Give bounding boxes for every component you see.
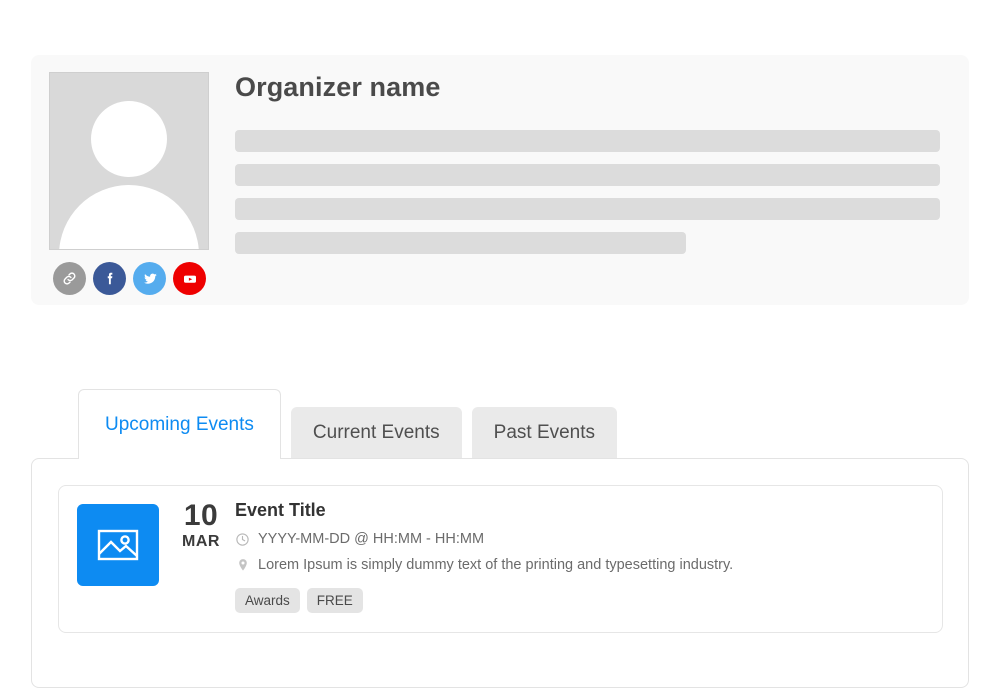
organizer-card: Organizer name	[31, 55, 969, 305]
tab-current-events[interactable]: Current Events	[290, 407, 462, 459]
avatar	[49, 72, 209, 250]
event-day: 10	[183, 499, 219, 532]
skeleton-line	[235, 164, 940, 186]
skeleton-line	[235, 198, 940, 220]
tab-label: Past Events	[493, 422, 596, 443]
tab-panel-upcoming-events: 10 MAR Event Title YYYY-MM-DD @ HH:MM - …	[31, 458, 969, 688]
facebook-icon[interactable]	[93, 262, 126, 295]
event-thumbnail-placeholder	[77, 504, 159, 586]
tab-upcoming-events[interactable]: Upcoming Events	[78, 389, 281, 461]
social-links	[53, 262, 206, 295]
event-tabs: Upcoming Events Current Events Past Even…	[78, 389, 627, 461]
youtube-icon[interactable]	[173, 262, 206, 295]
tag-chip[interactable]: FREE	[306, 588, 363, 613]
link-icon[interactable]	[53, 262, 86, 295]
event-month: MAR	[182, 533, 220, 550]
avatar-body-shape	[59, 185, 199, 249]
event-date: 10 MAR	[173, 500, 229, 551]
tab-label: Current Events	[312, 422, 440, 443]
avatar-head-shape	[91, 101, 167, 177]
event-location-row: Lorem Ipsum is simply dummy text of the …	[235, 554, 926, 576]
tag-chip[interactable]: Awards	[235, 588, 300, 613]
location-pin-icon	[235, 558, 250, 573]
event-title: Event Title	[235, 500, 326, 520]
event-list-item[interactable]: 10 MAR Event Title YYYY-MM-DD @ HH:MM - …	[58, 485, 943, 633]
event-details: Event Title YYYY-MM-DD @ HH:MM - HH:MM L…	[235, 498, 926, 613]
skeleton-line	[235, 232, 687, 254]
tab-past-events[interactable]: Past Events	[471, 407, 618, 459]
clock-icon	[235, 532, 250, 547]
event-datetime-row: YYYY-MM-DD @ HH:MM - HH:MM	[235, 528, 926, 550]
skeleton-line	[235, 130, 940, 152]
event-datetime: YYYY-MM-DD @ HH:MM - HH:MM	[258, 531, 485, 547]
event-location: Lorem Ipsum is simply dummy text of the …	[258, 557, 734, 573]
event-tags: Awards FREE	[235, 588, 926, 613]
organizer-description-skeleton	[235, 130, 940, 266]
tab-label: Upcoming Events	[105, 414, 254, 435]
twitter-icon[interactable]	[133, 262, 166, 295]
page-title: Organizer name	[235, 72, 441, 102]
